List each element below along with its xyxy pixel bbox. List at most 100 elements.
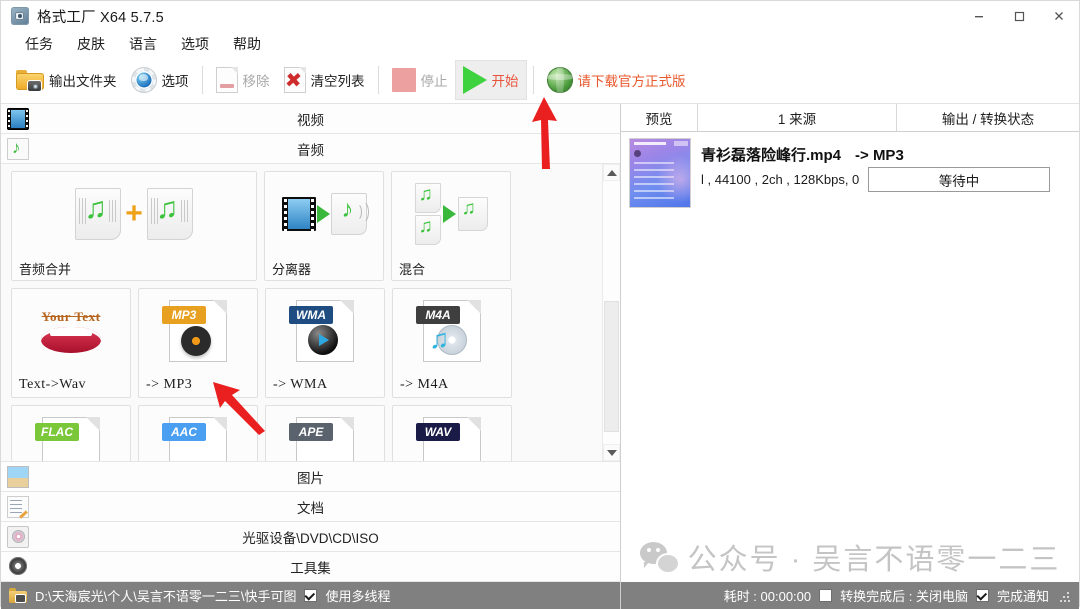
tile-audio-merge-label: 音频合并 (19, 261, 72, 277)
task-file-name: 青衫磊落险峰行.mp4 (701, 147, 842, 164)
app-logo-icon (11, 7, 29, 25)
task-details: 青衫磊落险峰行.mp4 -> MP3 l , 44100 , 2ch , 128… (701, 138, 1079, 208)
stop-button[interactable]: 停止 (385, 60, 455, 100)
plus-icon: + (125, 197, 143, 230)
audio-note-icon (7, 137, 29, 160)
close-button[interactable] (1039, 1, 1079, 31)
remove-label: 移除 (242, 74, 270, 89)
notify-label: 完成通知 (996, 589, 1049, 604)
menu-item-options[interactable]: 选项 (169, 31, 221, 57)
task-meta-row: l , 44100 , 2ch , 128Kbps, 0 等待中 (701, 167, 1079, 192)
tile-mixer-label: 混合 (399, 261, 426, 277)
category-audio[interactable]: 音频 (1, 134, 620, 164)
window-controls (959, 1, 1079, 31)
tile-audio-merge[interactable]: + 音频合并 (11, 171, 257, 281)
start-button[interactable]: 开始 (454, 60, 527, 100)
tile-to-wav[interactable]: WAV (392, 405, 512, 461)
category-picture-label: 图片 (297, 470, 324, 486)
tile-to-aac[interactable]: AAC (138, 405, 258, 461)
tile-text-to-wav[interactable]: Your Text Text->Wav (11, 288, 131, 398)
tiles-vertical-scrollbar[interactable] (602, 164, 620, 461)
gear-icon (130, 67, 157, 93)
task-row[interactable]: 青衫磊落险峰行.mp4 -> MP3 l , 44100 , 2ch , 128… (621, 132, 1079, 208)
category-audio-label: 音频 (297, 142, 324, 158)
tile-to-flac[interactable]: FLAC (11, 405, 131, 461)
tile-to-mp3-label: -> MP3 (146, 377, 193, 392)
tile-to-mp3[interactable]: MP3 -> MP3 (138, 288, 258, 398)
wechat-icon (639, 542, 678, 572)
disc-drive-icon (7, 525, 29, 548)
demuxer-icon (265, 172, 383, 256)
tile-to-wma[interactable]: WMA -> WMA (265, 288, 385, 398)
mixer-icon (392, 172, 510, 256)
elapsed-time-label: 耗时 : 00:00:00 (723, 589, 812, 604)
menu-item-language[interactable]: 语言 (117, 31, 169, 57)
menu-item-skin[interactable]: 皮肤 (65, 31, 117, 57)
mp3-file-icon: MP3 (139, 289, 257, 373)
task-output-format: -> MP3 (855, 147, 904, 164)
toolbar-separator-2 (377, 66, 379, 94)
start-label: 开始 (491, 74, 519, 89)
clear-list-label: 清空列表 (310, 74, 365, 89)
tile-mixer[interactable]: 混合 (391, 171, 511, 281)
wma-file-icon: WMA (266, 289, 384, 373)
tile-to-m4a-label: -> M4A (400, 377, 449, 392)
category-picture[interactable]: 图片 (1, 462, 620, 492)
tile-to-m4a[interactable]: M4A ♫ -> M4A (392, 288, 512, 398)
remove-button[interactable]: 移除 (209, 60, 277, 100)
category-toolset[interactable]: 工具集 (1, 552, 620, 582)
menu-item-task[interactable]: 任务 (13, 31, 65, 57)
toolbar-separator-1 (201, 66, 203, 94)
picture-icon (7, 465, 29, 488)
scrollbar-thumb[interactable] (604, 301, 619, 432)
download-official-label: 请下载官方正式版 (577, 74, 686, 89)
multithread-checkbox[interactable] (304, 589, 318, 602)
category-video-label: 视频 (297, 112, 324, 128)
output-folder-button[interactable]: 输出文件夹 (9, 60, 124, 100)
task-list-header: 预览 1 来源 输出 / 转换状态 (621, 104, 1079, 132)
audio-tasks-grid: + 音频合并 分离器 (1, 164, 620, 462)
aac-badge: AAC (162, 423, 206, 441)
category-optical[interactable]: 光驱设备\DVD\CD\ISO (1, 522, 620, 552)
minimize-button[interactable] (959, 1, 999, 31)
category-video[interactable]: 视频 (1, 104, 620, 134)
category-toolset-label: 工具集 (290, 560, 331, 576)
options-button[interactable]: 选项 (124, 60, 196, 100)
tile-container: + 音频合并 分离器 (1, 164, 602, 461)
task-list: 青衫磊落险峰行.mp4 -> MP3 l , 44100 , 2ch , 128… (621, 132, 1079, 534)
output-path-text[interactable]: D:\天海宸光\个人\吴言不语零一二三\快手可图 (35, 586, 296, 605)
tile-demuxer[interactable]: 分离器 (264, 171, 384, 281)
chevron-down-icon (606, 449, 617, 456)
ape-badge: APE (289, 423, 333, 441)
left-pane: 视频 音频 + 音频合并 (1, 104, 620, 609)
shutdown-after-checkbox[interactable] (819, 589, 833, 602)
globe-icon (546, 67, 573, 93)
menu-item-help[interactable]: 帮助 (221, 31, 273, 57)
remove-document-icon (215, 67, 238, 93)
download-official-button[interactable]: 请下载官方正式版 (540, 60, 693, 100)
task-status-badge[interactable]: 等待中 (868, 167, 1050, 192)
shutdown-after-label: 转换完成后 : 关闭电脑 (840, 589, 968, 604)
category-document[interactable]: 文档 (1, 492, 620, 522)
window-title: 格式工厂 X64 5.7.5 (37, 9, 164, 26)
tile-to-ape[interactable]: APE (265, 405, 385, 461)
notify-checkbox[interactable] (975, 589, 989, 602)
document-icon (7, 495, 29, 518)
text-to-wav-icon: Your Text (12, 289, 130, 373)
menu-bar: 任务 皮肤 语言 选项 帮助 (1, 31, 1079, 57)
column-source[interactable]: 1 来源 (698, 104, 897, 131)
column-output-status[interactable]: 输出 / 转换状态 (897, 104, 1079, 131)
format-factory-window: 格式工厂 X64 5.7.5 任务 皮肤 语言 选项 帮助 输出文件夹 选项 移… (0, 0, 1080, 609)
options-label: 选项 (161, 74, 189, 89)
main-body: 视频 音频 + 音频合并 (1, 104, 1079, 609)
scroll-up-button[interactable] (603, 164, 620, 181)
lips-icon (41, 327, 101, 353)
clear-list-icon: ✖ (283, 67, 306, 93)
clear-list-button[interactable]: ✖ 清空列表 (277, 60, 372, 100)
scroll-down-button[interactable] (603, 444, 620, 461)
maximize-button[interactable] (999, 1, 1039, 31)
your-text-label: Your Text (41, 309, 101, 324)
resize-grip-icon[interactable] (1059, 589, 1071, 602)
column-preview[interactable]: 预览 (621, 104, 698, 131)
m4a-badge: M4A (416, 306, 460, 324)
